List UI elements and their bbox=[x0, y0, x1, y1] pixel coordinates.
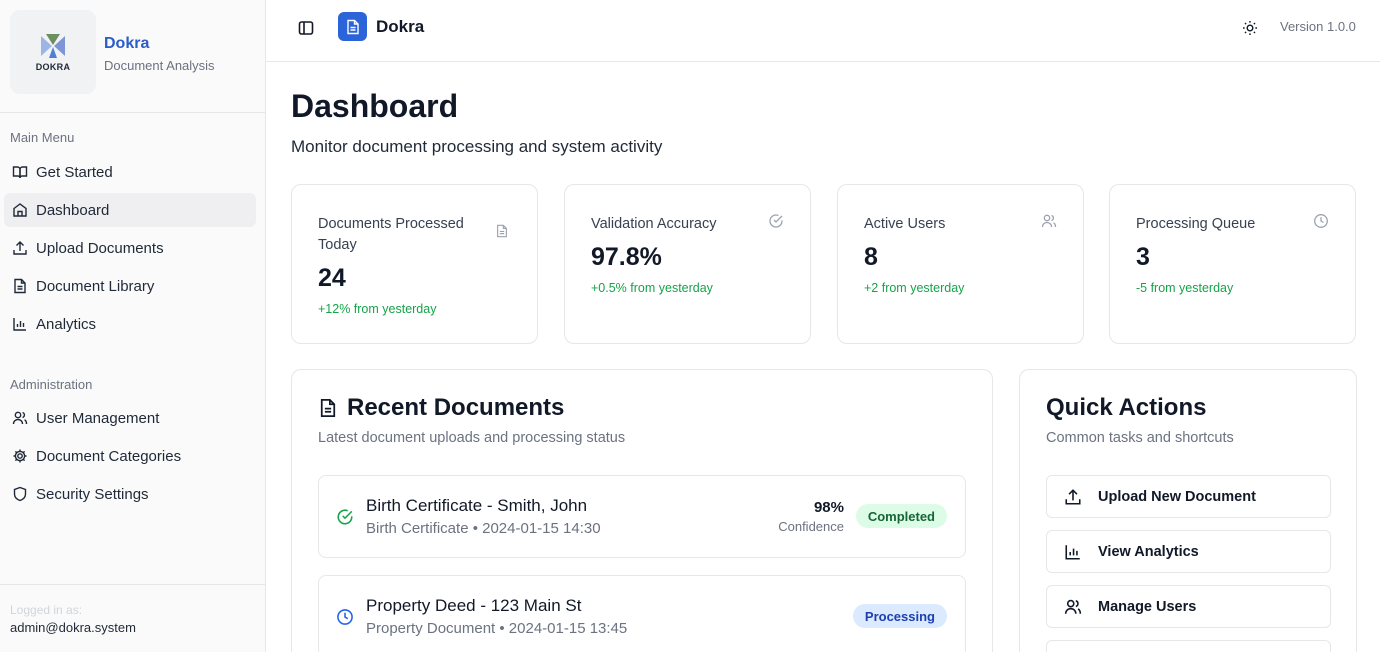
gear-icon bbox=[12, 448, 28, 464]
brand-logo-text: DOKRA bbox=[35, 61, 71, 72]
stat-value: 8 bbox=[864, 243, 878, 271]
logged-in-user: admin@dokra.system bbox=[10, 620, 136, 635]
sidebar: DOKRA Dokra Document Analysis Main Menu … bbox=[0, 0, 266, 652]
page-title: Dashboard bbox=[291, 88, 459, 124]
document-confidence-value: 98% bbox=[813, 499, 844, 516]
stat-label: Documents Processed Today bbox=[318, 216, 464, 253]
sidebar-item-security-settings[interactable]: Security Settings bbox=[4, 477, 256, 511]
users-icon bbox=[1064, 598, 1082, 616]
logo-mark-icon bbox=[41, 33, 65, 58]
stat-label: Active Users bbox=[864, 216, 946, 232]
users-icon bbox=[1041, 213, 1057, 229]
brand-name: Dokra bbox=[104, 35, 150, 52]
shield-icon bbox=[12, 486, 28, 502]
version-label: Version 1.0.0 bbox=[1280, 19, 1356, 34]
brand-subtitle: Document Analysis bbox=[104, 58, 215, 73]
sidebar-divider bbox=[0, 112, 265, 113]
document-title: Birth Certificate - Smith, John bbox=[366, 496, 588, 515]
upload-new-document-button[interactable]: Upload New Document bbox=[1046, 475, 1331, 518]
panel-left-icon bbox=[298, 21, 314, 35]
upload-icon bbox=[12, 240, 28, 256]
status-badge: Processing bbox=[852, 604, 947, 628]
button-label: Manage Users bbox=[1098, 598, 1197, 615]
logged-in-label: Logged in as: bbox=[10, 603, 83, 617]
stat-value: 3 bbox=[1136, 243, 1150, 271]
page-subtitle: Monitor document processing and system a… bbox=[291, 137, 663, 156]
file-text-icon bbox=[12, 278, 28, 294]
check-circle-icon bbox=[336, 508, 354, 526]
stat-card-active-users: Active Users 8 +2 from yesterday bbox=[837, 184, 1084, 344]
sun-icon bbox=[1243, 21, 1257, 35]
stat-delta: +12% from yesterday bbox=[318, 302, 437, 316]
clock-icon bbox=[1313, 213, 1329, 229]
document-title: Property Deed - 123 Main St bbox=[366, 596, 582, 615]
sidebar-item-label: Document Library bbox=[36, 277, 155, 295]
stat-label: Processing Queue bbox=[1136, 216, 1256, 232]
stat-card-processing-queue: Processing Queue 3 -5 from yesterday bbox=[1109, 184, 1356, 344]
top-header: Dokra Version 1.0.0 bbox=[266, 0, 1380, 62]
upload-icon bbox=[1064, 488, 1082, 506]
quick-actions-panel: Quick Actions Common tasks and shortcuts… bbox=[1019, 369, 1357, 652]
brand-logo[interactable]: DOKRA bbox=[10, 10, 96, 94]
document-meta: Property Document • 2024-01-15 13:45 bbox=[366, 620, 628, 637]
sidebar-item-dashboard[interactable]: Dashboard bbox=[4, 193, 256, 227]
quick-actions-subtitle: Common tasks and shortcuts bbox=[1046, 430, 1234, 446]
sidebar-item-user-management[interactable]: User Management bbox=[4, 401, 256, 435]
file-text-icon bbox=[318, 398, 338, 418]
stat-delta: +2 from yesterday bbox=[864, 281, 965, 295]
sidebar-item-analytics[interactable]: Analytics bbox=[4, 307, 256, 341]
book-open-icon bbox=[12, 164, 28, 180]
quick-actions-title: Quick Actions bbox=[1046, 394, 1207, 421]
button-label: View Analytics bbox=[1098, 543, 1199, 560]
header-title: Dokra bbox=[376, 17, 425, 36]
sidebar-item-upload-documents[interactable]: Upload Documents bbox=[4, 231, 256, 265]
theme-toggle-button[interactable] bbox=[1240, 18, 1260, 38]
administration-label: Administration bbox=[10, 377, 93, 392]
stat-value: 97.8% bbox=[591, 243, 662, 271]
sidebar-toggle-button[interactable] bbox=[296, 18, 316, 38]
sidebar-item-document-categories[interactable]: Document Categories bbox=[4, 439, 256, 473]
view-analytics-button[interactable]: View Analytics bbox=[1046, 530, 1331, 573]
sidebar-item-label: Dashboard bbox=[36, 201, 110, 219]
home-icon bbox=[12, 202, 28, 218]
stat-value: 24 bbox=[318, 264, 346, 292]
document-confidence-label: Confidence bbox=[778, 519, 844, 534]
recent-documents-subtitle: Latest document uploads and processing s… bbox=[318, 430, 626, 446]
status-badge: Completed bbox=[855, 504, 947, 528]
clock-icon bbox=[336, 608, 354, 626]
file-text-icon bbox=[346, 19, 359, 34]
panel-title-text: Recent Documents bbox=[347, 394, 565, 421]
recent-documents-title: Recent Documents bbox=[318, 394, 564, 422]
stat-delta: +0.5% from yesterday bbox=[591, 281, 713, 295]
bar-chart-icon bbox=[12, 316, 28, 332]
sidebar-item-label: Security Settings bbox=[36, 485, 149, 503]
main-menu-label: Main Menu bbox=[10, 130, 75, 145]
quick-action-button[interactable] bbox=[1046, 640, 1331, 652]
stat-delta: -5 from yesterday bbox=[1136, 281, 1234, 295]
recent-documents-panel: Recent Documents Latest document uploads… bbox=[291, 369, 993, 652]
sidebar-footer-divider bbox=[0, 584, 265, 585]
stat-card-validation-accuracy: Validation Accuracy 97.8% +0.5% from yes… bbox=[564, 184, 811, 344]
manage-users-button[interactable]: Manage Users bbox=[1046, 585, 1331, 628]
sidebar-item-label: Upload Documents bbox=[36, 239, 164, 257]
sidebar-item-label: User Management bbox=[36, 409, 160, 427]
stat-label: Validation Accuracy bbox=[591, 216, 717, 232]
check-circle-icon bbox=[768, 213, 784, 229]
users-icon bbox=[12, 410, 28, 426]
header-logo bbox=[338, 12, 367, 41]
document-row[interactable]: Birth Certificate - Smith, John Birth Ce… bbox=[318, 475, 966, 558]
stat-card-documents-processed: Documents Processed Today 24 +12% from y… bbox=[291, 184, 538, 344]
sidebar-item-get-started[interactable]: Get Started bbox=[4, 155, 256, 189]
document-meta: Birth Certificate • 2024-01-15 14:30 bbox=[366, 520, 601, 537]
sidebar-item-label: Get Started bbox=[36, 163, 113, 181]
bar-chart-icon bbox=[1064, 543, 1082, 561]
sidebar-item-label: Document Categories bbox=[36, 447, 182, 465]
button-label: Upload New Document bbox=[1098, 488, 1256, 505]
sidebar-item-document-library[interactable]: Document Library bbox=[4, 269, 256, 303]
document-row[interactable]: Property Deed - 123 Main St Property Doc… bbox=[318, 575, 966, 652]
sidebar-item-label: Analytics bbox=[36, 315, 97, 333]
file-icon bbox=[495, 224, 511, 240]
